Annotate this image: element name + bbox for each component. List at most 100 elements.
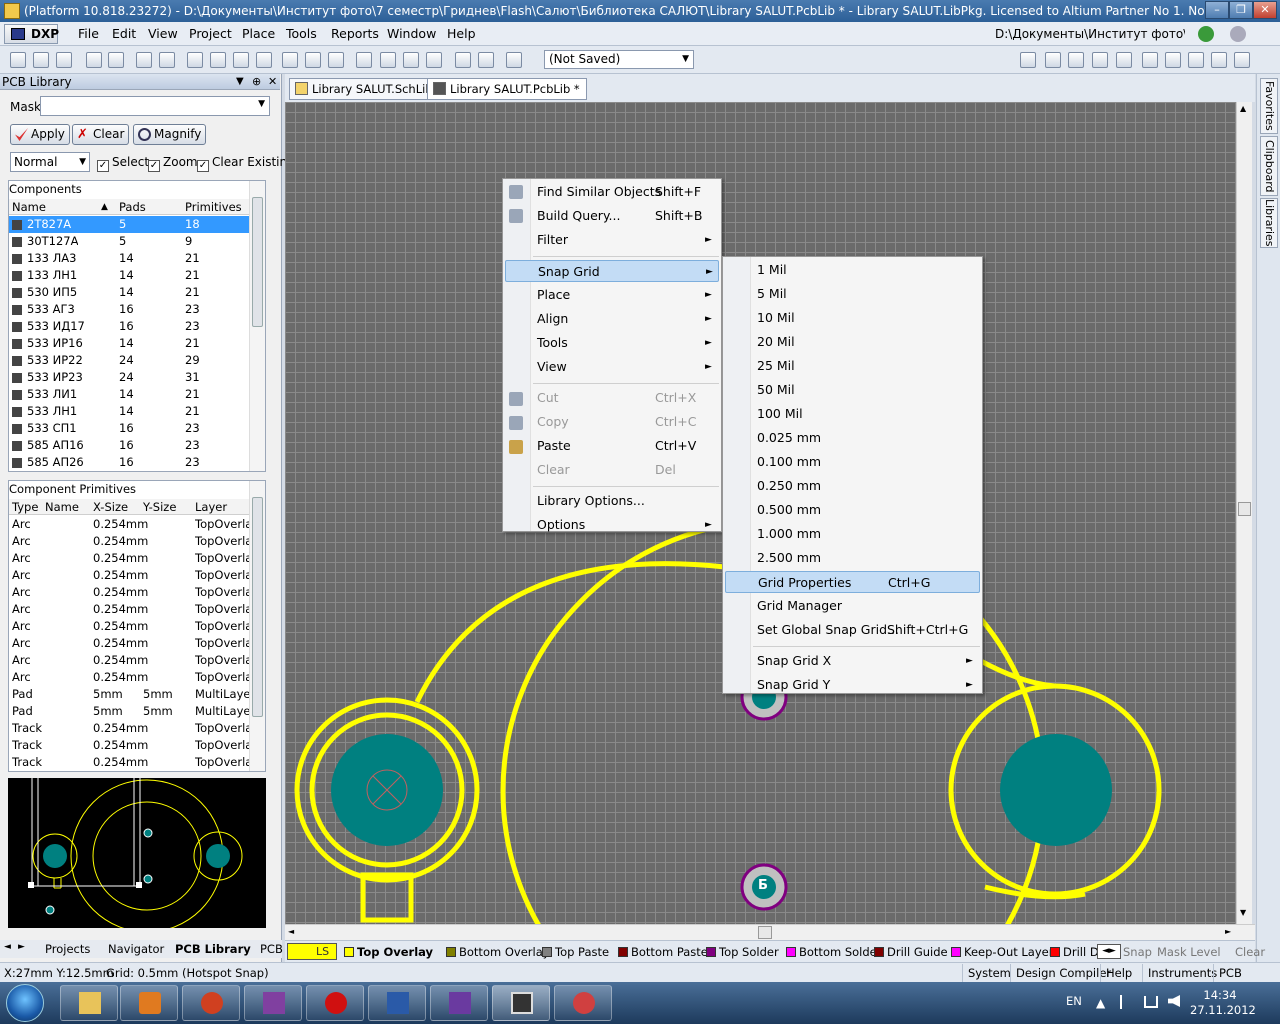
component-row[interactable]: 2T827A 5 18 [9,216,265,233]
mask-dropdown-icon[interactable]: ▼ [258,99,265,109]
zoom-fit-icon[interactable] [256,52,272,68]
menu-item-snap-grid-y[interactable]: Snap Grid Y ► [725,674,980,696]
menu-item-find-similar-objects[interactable]: Find Similar Objects Shift+F [505,181,719,203]
line-icon[interactable] [1020,52,1036,68]
component-row[interactable]: 585 АП16 16 23 [9,437,265,454]
components-scroll-thumb[interactable] [252,197,263,327]
component-row[interactable]: 533 ЛИ1 14 21 [9,386,265,403]
vscroll-thumb[interactable] [1238,502,1251,516]
zoom-checkbox[interactable]: ✓ Zoom [148,155,198,172]
canvas-hscrollbar[interactable]: ◄ ► [285,924,1255,940]
taskbar-word[interactable] [368,985,426,1021]
col-type[interactable]: Type [12,499,38,515]
menu-item-0-025-mm[interactable]: 0.025 mm [725,427,980,449]
apply-button[interactable]: Apply [10,124,70,145]
primitive-row[interactable]: Track 0.254mm TopOverlay [9,754,265,771]
menu-item-place[interactable]: Place ► [505,284,719,306]
tab-navigator[interactable]: Navigator [108,942,164,956]
menu-item-options[interactable]: Options ► [505,514,719,536]
pin-icon[interactable]: ⊕ [252,74,261,90]
menu-item-100-mil[interactable]: 100 Mil [725,403,980,425]
clock[interactable]: 14:34 27.11.2012 [1190,988,1256,1018]
help-button[interactable]: Help [1100,964,1137,982]
primitive-row[interactable]: Arc 0.254mm TopOverlay [9,516,265,533]
mode-select[interactable]: Normal ▼ [10,152,90,172]
menu-item-10-mil[interactable]: 10 Mil [725,307,980,329]
window-title-bar[interactable]: (Platform 10.818.23272) - D:\Документы\И… [0,0,1280,22]
tab-libraries[interactable]: Libraries [1260,198,1278,248]
primitive-row[interactable]: Track 0.254mm TopOverlay [9,720,265,737]
component-row[interactable]: 530 ИП5 14 21 [9,284,265,301]
primitive-row[interactable]: Arc 0.254mm TopOverlay [9,652,265,669]
clear-layers-button[interactable]: Clear [1233,943,1265,961]
tab-projects[interactable]: Projects [45,942,90,956]
component-row[interactable]: 133 ЛА3 14 21 [9,250,265,267]
primitives-scrollbar[interactable] [249,481,265,771]
taskbar-library-app[interactable] [244,985,302,1021]
save-icon[interactable] [56,52,72,68]
zoom-out-icon[interactable] [210,52,226,68]
component-row[interactable]: 533 ИД17 16 23 [9,318,265,335]
menu-item-50-mil[interactable]: 50 Mil [725,379,980,401]
grid-icon[interactable] [506,52,522,68]
undo-icon[interactable] [455,52,471,68]
arc-any-icon[interactable] [1188,52,1204,68]
paste-icon[interactable] [328,52,344,68]
open-icon[interactable] [33,52,49,68]
component-row[interactable]: 30T127A 5 9 [9,233,265,250]
magnify-button[interactable]: Magnify [133,124,207,145]
minimize-button[interactable]: – [1205,1,1229,19]
new-icon[interactable] [10,52,26,68]
component-preview[interactable] [8,778,266,933]
menu-item-5-mil[interactable]: 5 Mil [725,283,980,305]
tab-pcb-library[interactable]: PCB Library [175,942,251,956]
document-state-dropdown[interactable]: (Not Saved) ▼ [544,50,694,69]
primitive-row[interactable]: Arc 0.254mm TopOverlay [9,669,265,686]
menu-window[interactable]: Window [387,26,436,41]
volume-icon[interactable] [1168,995,1180,1007]
primitive-row[interactable]: Arc 0.254mm TopOverlay [9,567,265,584]
menu-item-0-250-mm[interactable]: 0.250 mm [725,475,980,497]
tab-scroll-right-icon[interactable]: ► [18,942,25,952]
menu-item-paste[interactable]: Paste Ctrl+V [505,435,719,457]
fill-icon[interactable] [1234,52,1250,68]
primitive-row[interactable]: Pad 5mm 5mm MultiLayer [9,703,265,720]
menu-item-set-global-snap-grid[interactable]: Set Global Snap Grid... Shift+Ctrl+G [725,619,980,641]
taskbar-onenote[interactable] [430,985,488,1021]
deselect-icon[interactable] [426,52,442,68]
current-layer-indicator[interactable]: LS [287,943,337,960]
menu-item-25-mil[interactable]: 25 Mil [725,355,980,377]
panel-menu-icon[interactable]: ▼ [236,74,244,90]
menu-project[interactable]: Project [189,26,232,41]
layer-tab-keep-out-layer[interactable]: Keep-Out Layer [950,943,1053,961]
tab-pcblib[interactable]: Library SALUT.PcbLib * [427,78,587,100]
snap-button[interactable]: Snap [1121,943,1152,961]
menu-item-2-500-mm[interactable]: 2.500 mm [725,547,980,569]
menu-item-grid-properties[interactable]: Grid Properties Ctrl+G [725,571,980,593]
taskbar-explorer[interactable] [60,985,118,1021]
col-name[interactable]: Name [12,199,46,215]
col-xsize[interactable]: X-Size [93,499,128,515]
panel-close-icon[interactable]: ✕ [268,74,277,90]
clear-existing-checkbox[interactable]: ✓ Clear Existing [197,155,295,172]
taskbar-snipping[interactable] [554,985,612,1021]
back-icon[interactable] [1198,26,1214,42]
taskbar-dxp-active[interactable] [492,985,550,1021]
component-row[interactable]: 533 ИР16 14 21 [9,335,265,352]
layer-tab-bottom-overlay[interactable]: Bottom Overlay [445,943,550,961]
menu-item-20-mil[interactable]: 20 Mil [725,331,980,353]
primitive-row[interactable]: Arc 0.254mm TopOverlay [9,618,265,635]
col-prim-name[interactable]: Name [45,499,79,515]
menu-item-snap-grid[interactable]: Snap Grid ► [505,260,719,282]
mask-level-button[interactable]: Mask Level [1155,943,1221,961]
menu-item-library-options[interactable]: Library Options... [505,490,719,512]
menu-help[interactable]: Help [447,26,476,41]
text-icon[interactable] [1092,52,1108,68]
hscroll-thumb[interactable] [758,926,772,939]
system-button[interactable]: System [962,964,1016,982]
layer-tab-drill-guide[interactable]: Drill Guide [873,943,948,961]
primitives-scroll-thumb[interactable] [252,497,263,717]
redo-icon[interactable] [478,52,494,68]
component-row[interactable]: 533 АГ3 16 23 [9,301,265,318]
coordinate-icon[interactable] [1116,52,1132,68]
